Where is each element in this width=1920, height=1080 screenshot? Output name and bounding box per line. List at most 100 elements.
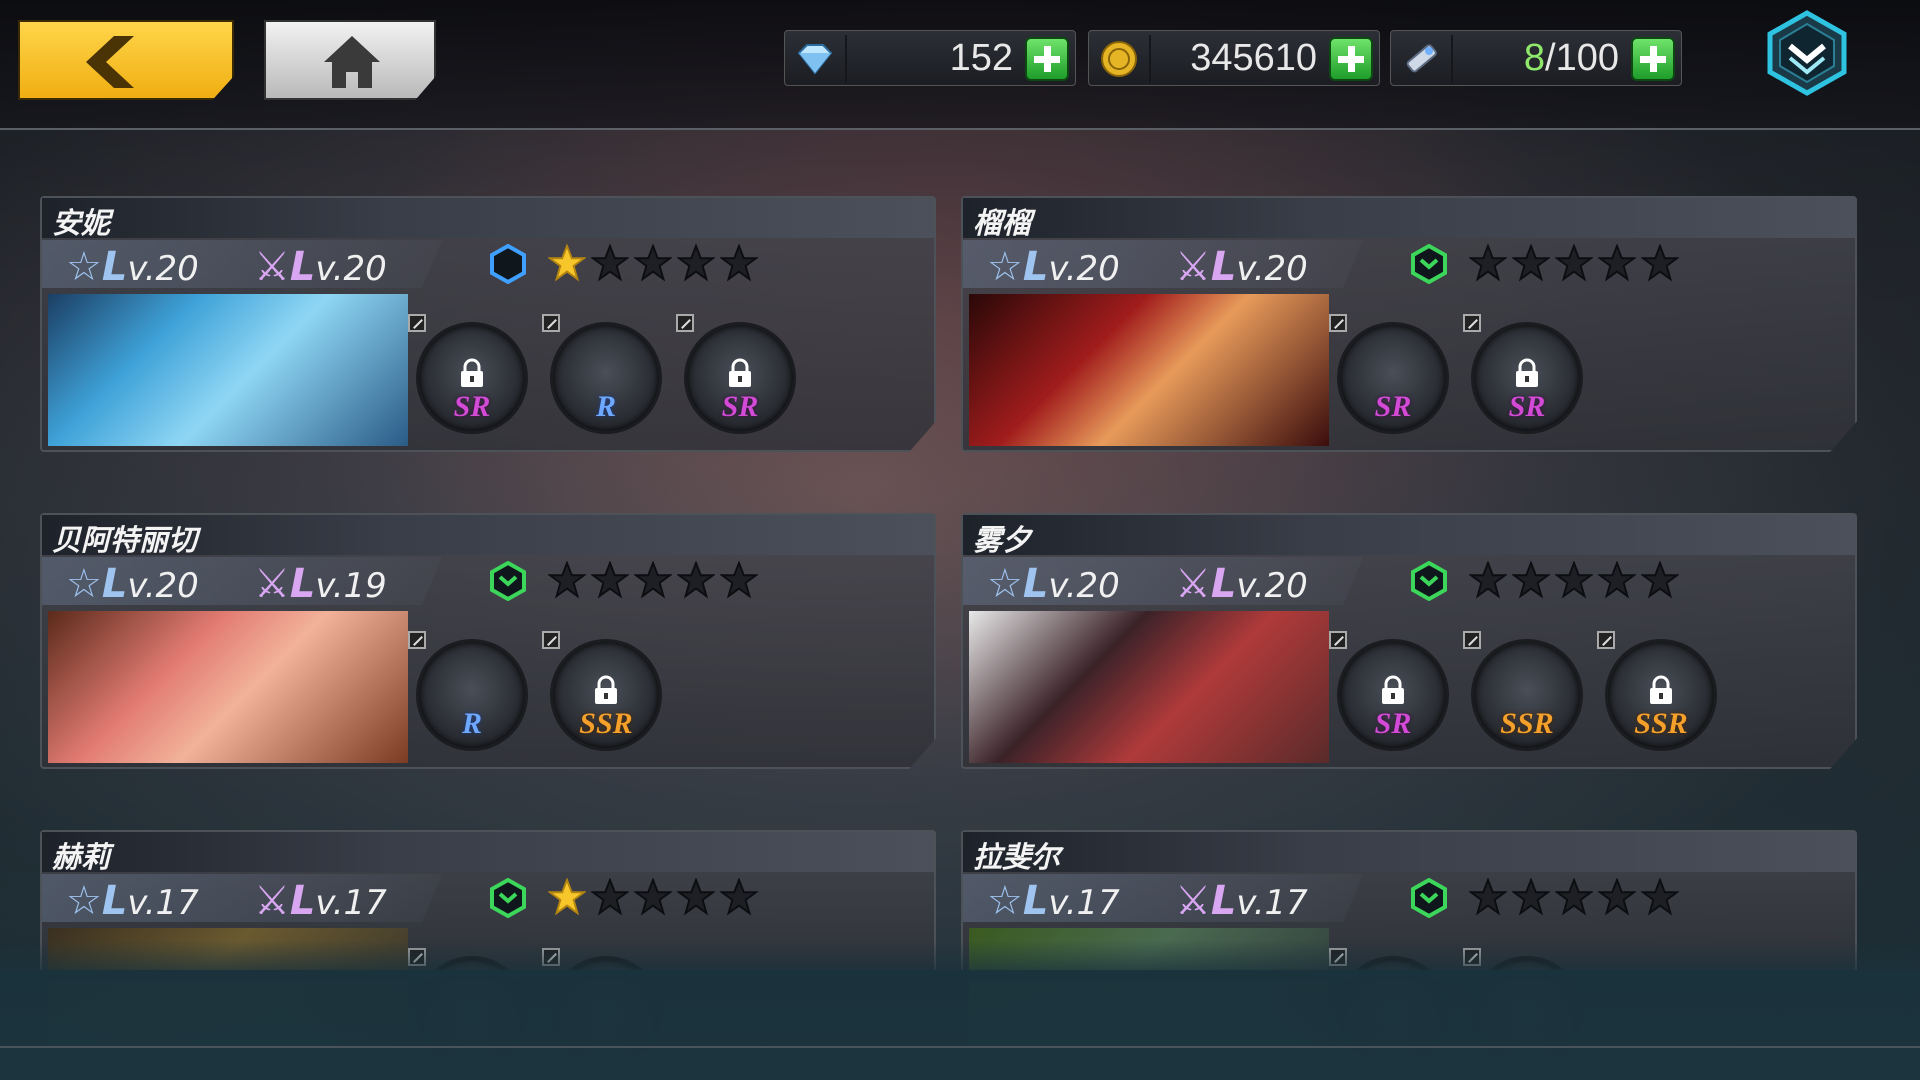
character-level-icon: ☆L	[987, 561, 1049, 607]
back-arrow-icon	[86, 36, 134, 88]
character-card[interactable]: 雾夕 ☆Lv.20 ⚔Lv.20 SR SSR SSR	[961, 513, 1857, 769]
weapon-level: ⚔Lv.20	[254, 244, 387, 290]
weapon-level: ⚔Lv.17	[254, 878, 387, 924]
rarity-label: SSR	[579, 707, 633, 740]
star-empty-icon	[1641, 878, 1679, 916]
star-empty-icon	[1598, 244, 1636, 282]
star-empty-icon	[1641, 561, 1679, 599]
top-bar-divider	[0, 128, 1920, 130]
edit-icon[interactable]	[408, 631, 426, 649]
weapon-slot[interactable]: SR	[1463, 314, 1583, 434]
rarity-label: SSR	[1500, 707, 1554, 740]
rank-hex-icon	[490, 244, 526, 284]
weapon-level-icon: ⚔L	[1175, 244, 1237, 290]
character-card[interactable]: 贝阿特丽切 ☆Lv.20 ⚔Lv.19 R SSR	[40, 513, 936, 769]
stamina-counter: 8/100	[1390, 30, 1682, 86]
star-empty-icon	[634, 244, 672, 282]
add-diamond-button[interactable]	[1025, 37, 1069, 81]
add-stamina-button[interactable]	[1631, 37, 1675, 81]
star-empty-icon	[720, 244, 758, 282]
stamina-count: 8/100	[1523, 37, 1619, 79]
character-level-icon: ☆L	[987, 878, 1049, 924]
weapon-level: ⚔Lv.20	[1175, 561, 1308, 607]
edit-icon[interactable]	[1463, 631, 1481, 649]
gold-counter: 345610	[1088, 30, 1380, 86]
weapon-slot[interactable]: SR	[676, 314, 796, 434]
character-name: 赫莉	[52, 840, 111, 874]
character-portrait[interactable]	[48, 611, 408, 763]
character-level: ☆Lv.20	[987, 244, 1120, 290]
weapon-slot[interactable]: SSR	[1597, 631, 1717, 751]
star-empty-icon	[1598, 878, 1636, 916]
star-empty-icon	[548, 561, 586, 599]
menu-dropdown-icon[interactable]	[1764, 10, 1850, 96]
star-empty-icon	[634, 561, 672, 599]
weapon-level: ⚔Lv.17	[1175, 878, 1308, 924]
character-portrait[interactable]	[969, 611, 1329, 763]
character-level-icon: ☆L	[66, 244, 128, 290]
star-empty-icon	[1555, 244, 1593, 282]
separator	[845, 35, 847, 83]
edit-icon[interactable]	[1597, 631, 1615, 649]
weapon-slot[interactable]: R	[542, 314, 662, 434]
rank-hex-icon	[490, 561, 526, 601]
star-empty-icon	[677, 561, 715, 599]
weapon-level-icon: ⚔L	[254, 244, 316, 290]
character-level: ☆Lv.17	[987, 878, 1120, 924]
lock-icon	[729, 358, 751, 387]
card-name-bar	[963, 832, 1855, 872]
add-gold-button[interactable]	[1329, 37, 1373, 81]
character-name: 雾夕	[973, 523, 1032, 557]
edit-icon[interactable]	[676, 314, 694, 332]
rarity-label: SR	[721, 390, 759, 423]
character-portrait[interactable]	[969, 294, 1329, 446]
weapon-slot[interactable]: SSR	[542, 631, 662, 751]
diamond-counter: 152	[784, 30, 1076, 86]
edit-icon[interactable]	[542, 314, 560, 332]
star-filled-icon	[548, 878, 586, 916]
weapon-slot[interactable]: R	[408, 631, 528, 751]
character-level-icon: ☆L	[987, 244, 1049, 290]
character-card[interactable]: 榴榴 ☆Lv.20 ⚔Lv.20 SR SR	[961, 196, 1857, 452]
home-button[interactable]	[264, 20, 436, 100]
character-name: 安妮	[52, 206, 111, 240]
character-card[interactable]: 安妮 ☆Lv.20 ⚔Lv.20 SR R SR	[40, 196, 936, 452]
rank-hex-icon	[490, 878, 526, 918]
edit-icon[interactable]	[1329, 631, 1347, 649]
weapon-slot[interactable]: SSR	[1463, 631, 1583, 751]
rank-hex-icon	[1411, 878, 1447, 918]
weapon-slot[interactable]: SR	[1329, 631, 1449, 751]
edit-icon[interactable]	[1329, 314, 1347, 332]
character-name: 榴榴	[973, 206, 1032, 240]
bottom-bar	[0, 970, 1920, 1080]
star-rating	[548, 561, 763, 601]
edit-icon[interactable]	[1463, 314, 1481, 332]
star-empty-icon	[720, 561, 758, 599]
back-button[interactable]	[18, 20, 234, 100]
character-portrait[interactable]	[48, 294, 408, 446]
star-empty-icon	[1555, 878, 1593, 916]
card-name-bar	[963, 198, 1855, 238]
star-empty-icon	[1641, 244, 1679, 282]
lock-icon	[1382, 675, 1404, 704]
star-empty-icon	[1512, 878, 1550, 916]
diamond-icon	[797, 44, 833, 75]
weapon-slot[interactable]: SR	[1329, 314, 1449, 434]
bottom-divider	[0, 1046, 1920, 1048]
weapon-level: ⚔Lv.20	[1175, 244, 1308, 290]
weapon-slot[interactable]: SR	[408, 314, 528, 434]
rarity-label: SR	[453, 390, 491, 423]
character-name: 贝阿特丽切	[52, 523, 198, 557]
star-empty-icon	[1469, 878, 1507, 916]
weapon-level-icon: ⚔L	[254, 878, 316, 924]
star-empty-icon	[1598, 561, 1636, 599]
star-rating	[1469, 561, 1684, 601]
rarity-label: R	[461, 707, 482, 740]
star-empty-icon	[1469, 244, 1507, 282]
edit-icon[interactable]	[408, 314, 426, 332]
home-icon	[324, 36, 380, 88]
card-name-bar	[963, 515, 1855, 555]
character-level: ☆Lv.20	[987, 561, 1120, 607]
weapon-level-icon: ⚔L	[1175, 878, 1237, 924]
edit-icon[interactable]	[542, 631, 560, 649]
